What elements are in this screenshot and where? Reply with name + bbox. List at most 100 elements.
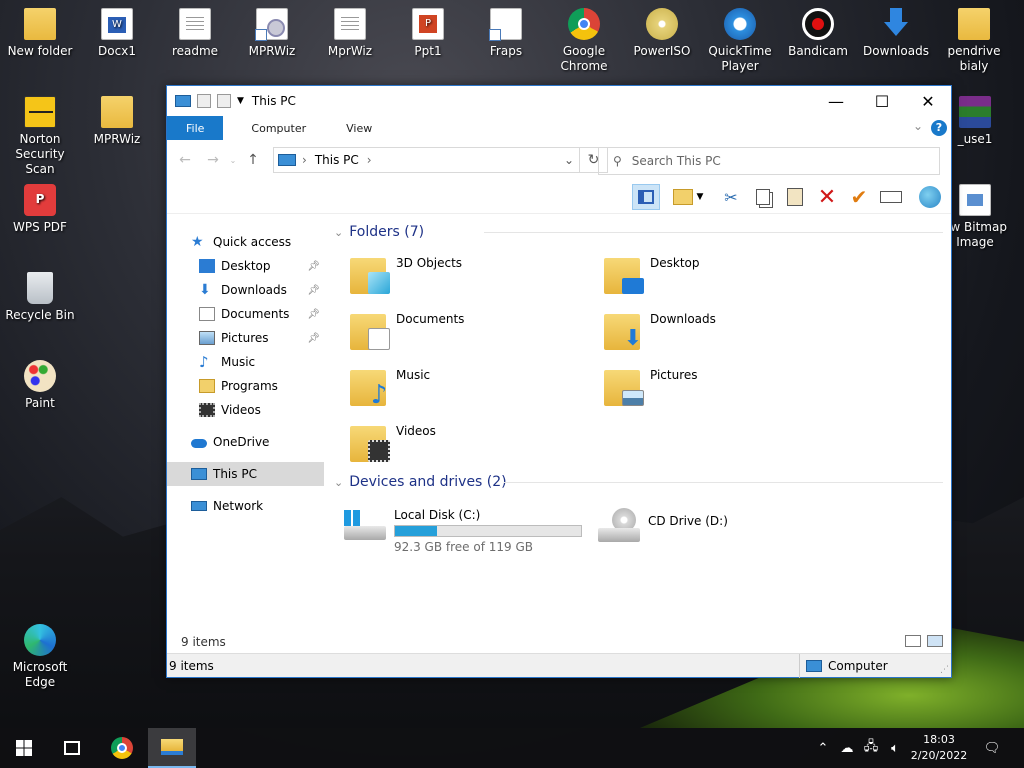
task-view-button[interactable] <box>48 728 96 768</box>
show-hidden-icons[interactable]: ⌃ <box>812 728 834 768</box>
nav-item-music[interactable]: ♪ Music <box>167 350 324 374</box>
desktop-icon-docx1[interactable]: W Docx1 <box>77 8 157 59</box>
disc-icon <box>646 8 678 40</box>
back-icon[interactable]: ← <box>171 152 199 168</box>
globe-icon[interactable] <box>916 184 944 210</box>
navigation-bar: ← → ⌄ ↑ › This PC › ⌄ ↻ ⚲ Search This PC <box>167 140 951 180</box>
folder-desktop[interactable]: Desktop <box>604 250 700 306</box>
desktop-icon-fraps[interactable]: Fraps <box>466 8 546 59</box>
customize-quick-access-icon[interactable]: ▼ <box>237 96 244 106</box>
forward-icon[interactable]: → <box>199 152 227 168</box>
onedrive-tray-icon[interactable]: ☁ <box>836 728 858 768</box>
address-bar[interactable]: › This PC › <box>273 147 580 173</box>
start-button[interactable] <box>0 728 48 768</box>
desktop-icon-bandicam[interactable]: Bandicam <box>778 8 858 59</box>
new-folder-icon[interactable] <box>217 94 231 108</box>
drive-local-disk-c[interactable]: Local Disk (C:) 92.3 GB free of 119 GB <box>344 508 582 558</box>
drive-name: CD Drive (D:) <box>648 514 728 528</box>
desktop-icon-mprwiz-doc[interactable]: MprWiz <box>310 8 390 59</box>
desktop-icon-mprwiz-folder[interactable]: MPRWiz <box>77 96 157 147</box>
desktop-icon-new-folder[interactable]: New folder <box>0 8 80 59</box>
folder-documents[interactable]: Documents <box>350 306 464 362</box>
large-icons-view-icon[interactable] <box>927 635 943 647</box>
dropdown-icon[interactable]: ▼ <box>693 184 707 210</box>
action-center-icon[interactable]: 🗨︎ <box>978 728 1006 768</box>
nav-quick-access[interactable]: ★ Quick access <box>167 230 324 254</box>
nav-item-documents[interactable]: Documents 📌︎ <box>167 302 324 326</box>
desktop-icon-pendrive[interactable]: pendrive bialy <box>934 8 1014 74</box>
nav-item-programs[interactable]: Programs <box>167 374 324 398</box>
folders-group-header[interactable]: ⌄ Folders (7) <box>334 220 951 244</box>
desktop-icon-edge[interactable]: Microsoft Edge <box>0 624 80 690</box>
taskbar-chrome[interactable] <box>98 728 146 768</box>
desktop-icon <box>199 259 215 273</box>
drive-cd-d[interactable]: CD Drive (D:) <box>598 508 728 558</box>
desktop-icon-paint[interactable]: Paint <box>0 360 80 411</box>
desktop-icon-mprwiz[interactable]: MPRWiz <box>232 8 312 59</box>
checkmark-icon[interactable]: ✔ <box>845 184 873 210</box>
nav-item-desktop[interactable]: Desktop 📌︎ <box>167 254 324 278</box>
nav-this-pc[interactable]: This PC <box>167 462 324 486</box>
paint-palette-icon <box>24 360 56 392</box>
folder-3d-objects[interactable]: 3D Objects <box>350 250 462 306</box>
copy-icon[interactable] <box>749 184 777 210</box>
recent-locations-icon[interactable]: ⌄ <box>227 156 239 165</box>
desktop-icon-poweriso[interactable]: PowerISO <box>622 8 702 59</box>
cut-icon[interactable]: ✂ <box>717 184 745 210</box>
folder-pictures[interactable]: Pictures <box>604 362 698 418</box>
desktop-icon-readme[interactable]: readme <box>155 8 235 59</box>
folder-videos[interactable]: Videos <box>350 418 436 474</box>
delete-icon[interactable]: ✕ <box>813 184 841 210</box>
taskbar-file-explorer[interactable] <box>148 728 196 768</box>
search-placeholder: Search This PC <box>631 154 721 168</box>
breadcrumb-this-pc[interactable]: This PC <box>315 153 359 167</box>
help-button[interactable]: ? <box>931 120 947 136</box>
window-title: This PC <box>251 94 296 108</box>
rename-icon[interactable] <box>877 184 905 210</box>
tab-view[interactable]: View <box>320 116 386 140</box>
norton-icon <box>24 96 56 128</box>
search-icon: ⚲ <box>613 154 622 168</box>
nav-item-downloads[interactable]: ⬇ Downloads 📌︎ <box>167 278 324 302</box>
drive-name: Local Disk (C:) <box>394 508 481 522</box>
nav-network[interactable]: Network <box>167 494 324 518</box>
desktop-icon-recycle-bin[interactable]: Recycle Bin <box>0 272 80 323</box>
paste-icon[interactable] <box>781 184 809 210</box>
minimize-button[interactable]: — <box>813 86 859 116</box>
devices-group-header[interactable]: ⌄ Devices and drives (2) <box>334 470 951 494</box>
tab-computer[interactable]: Computer <box>223 116 320 140</box>
volume-icon[interactable]: 🔈︎ <box>884 728 906 768</box>
chrome-icon <box>111 737 133 759</box>
title-bar: ▼ This PC — ☐ ✕ <box>167 86 951 116</box>
cd-drive-icon <box>598 508 642 544</box>
details-view-icon[interactable] <box>905 635 921 647</box>
address-dropdown-icon[interactable]: ⌄ <box>559 147 579 173</box>
expand-ribbon-icon[interactable]: ⌄ <box>913 119 923 133</box>
nav-onedrive[interactable]: OneDrive <box>167 430 324 454</box>
desktop-icon-ppt1[interactable]: P Ppt1 <box>388 8 468 59</box>
nav-item-pictures[interactable]: Pictures 📌︎ <box>167 326 324 350</box>
desktop-icon-downloads[interactable]: Downloads <box>856 8 936 59</box>
search-input[interactable]: ⚲ Search This PC <box>598 147 940 175</box>
maximize-button[interactable]: ☐ <box>859 86 905 116</box>
music-folder-icon: ♪ <box>350 366 390 408</box>
up-icon[interactable]: ↑ <box>239 152 267 168</box>
desktop-icon-wps-pdf[interactable]: P WPS PDF <box>0 184 80 235</box>
tab-file[interactable]: File <box>167 116 224 140</box>
desktop-icon-chrome[interactable]: Google Chrome <box>544 8 624 74</box>
clock[interactable]: 18:03 2/20/2022 <box>904 732 974 764</box>
folder-music[interactable]: ♪ Music <box>350 362 430 418</box>
resize-grip-icon[interactable]: ⋰ <box>940 665 949 675</box>
network-tray-icon[interactable]: 🖧︎ <box>860 728 882 768</box>
cloud-icon <box>191 439 207 448</box>
desktop-icon-norton[interactable]: Norton Security Scan <box>0 96 80 177</box>
close-button[interactable]: ✕ <box>905 86 951 116</box>
folder-downloads[interactable]: ⬇ Downloads <box>604 306 716 362</box>
nav-item-videos[interactable]: Videos <box>167 398 324 422</box>
preview-pane-icon[interactable] <box>632 184 660 210</box>
desktop-icon-quicktime[interactable]: QuickTime Player <box>700 8 780 74</box>
status-items: 9 items <box>169 658 214 673</box>
properties-icon[interactable] <box>197 94 211 108</box>
file-explorer-icon <box>161 739 183 755</box>
pictures-folder-icon <box>604 366 644 406</box>
